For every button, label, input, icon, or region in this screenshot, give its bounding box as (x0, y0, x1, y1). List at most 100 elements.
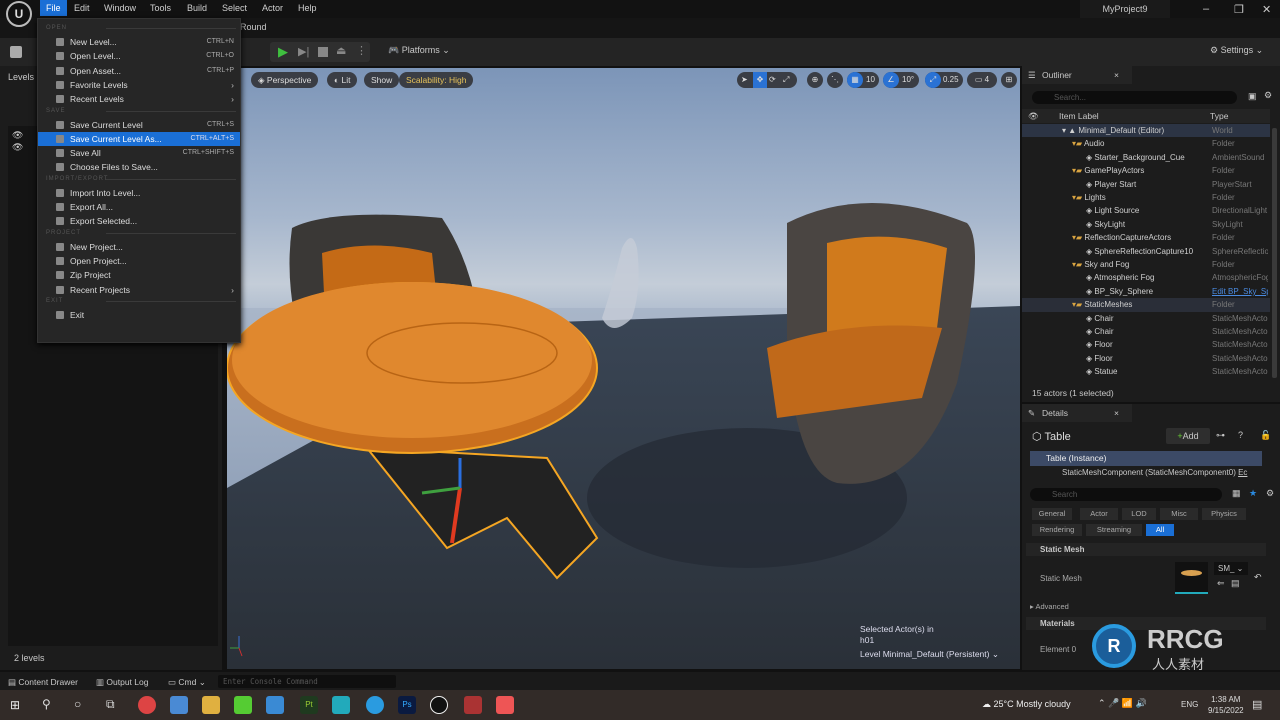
camtasia-icon[interactable] (234, 696, 252, 714)
outliner-row[interactable]: ◈ Starter_Background_Cue AmbientSound (1022, 151, 1270, 164)
3dsmax-icon[interactable] (266, 696, 284, 714)
outliner-row[interactable]: ◈ SphereReflectionCapture10 SphereReflect… (1022, 245, 1270, 258)
output-log-button[interactable]: ▥ Output Log (96, 677, 148, 688)
menu-item-import-into-level[interactable]: Import Into Level... (38, 186, 240, 200)
find-icon[interactable]: ▤ (1231, 578, 1240, 589)
grid-snap-button[interactable]: ▦ 10 (847, 72, 879, 88)
menu-item-save-current-level[interactable]: Save Current Level CTRL+S (38, 118, 240, 132)
outliner-row[interactable]: ◈ Light Source DirectionalLight (1022, 204, 1270, 217)
eye-icon[interactable]: 👁 (12, 130, 23, 141)
outliner-row[interactable]: ▾▰ GamePlayActors Folder (1022, 164, 1270, 177)
menu-item-open-asset[interactable]: Open Asset... CTRL+P (38, 64, 240, 78)
close-icon[interactable]: ✕ (1262, 3, 1271, 16)
add-folder-icon[interactable]: ▣ (1248, 91, 1257, 102)
menu-item-recent-levels[interactable]: Recent Levels › (38, 92, 240, 106)
outliner-row[interactable]: ◈ Chair StaticMeshActor (1022, 312, 1270, 325)
play-icon[interactable]: ▶ (278, 44, 288, 60)
lock-icon[interactable]: 🔓 (1260, 430, 1271, 441)
add-component-button[interactable]: +Add (1166, 428, 1210, 444)
minimize-icon[interactable]: – (1203, 3, 1209, 15)
outliner-row-type[interactable]: Edit BP_Sky_Sphere (1212, 285, 1268, 298)
restore-icon[interactable]: ❐ (1234, 3, 1244, 16)
menu-edit[interactable]: Edit (68, 0, 96, 16)
menu-item-zip-project[interactable]: Zip Project (38, 268, 240, 282)
menu-item-open-level[interactable]: Open Level... CTRL+O (38, 49, 240, 63)
camera-speed-button[interactable]: ▭ 4 (967, 72, 997, 88)
outliner-row[interactable]: ◈ Statue StaticMeshActor (1022, 365, 1270, 378)
outliner-row[interactable]: ▾▰ Sky and Fog Folder (1022, 258, 1270, 271)
filter-misc[interactable]: Misc (1160, 508, 1198, 520)
component-row[interactable]: StaticMeshComponent (StaticMeshComponent… (1062, 468, 1247, 477)
filter-general[interactable]: General (1032, 508, 1072, 520)
menu-item-choose-files-to-save[interactable]: Choose Files to Save... (38, 160, 240, 174)
cortana-icon[interactable]: ○ (74, 697, 81, 711)
static-mesh-dropdown[interactable]: SM_ ⌄ (1214, 562, 1248, 575)
menu-item-save-current-level-as[interactable]: Save Current Level As... CTRL+ALT+S (38, 131, 240, 146)
mesh-thumbnail[interactable] (1175, 562, 1208, 594)
levels-tab[interactable]: Levels (8, 72, 34, 82)
outliner-row[interactable]: ▾▰ ReflectionCaptureActors Folder (1022, 231, 1270, 244)
menu-select[interactable]: Select (216, 0, 253, 16)
select-icon[interactable]: ➤ (741, 72, 748, 88)
help-icon[interactable]: ? (1238, 430, 1243, 440)
platforms-button[interactable]: 🎮 Platforms ⌄ (388, 45, 450, 56)
static-mesh-section[interactable]: Static Mesh (1026, 543, 1266, 556)
close-icon[interactable]: × (1114, 66, 1119, 84)
instance-row[interactable]: Table (Instance) (1030, 451, 1262, 466)
file-explorer-icon[interactable] (202, 696, 220, 714)
scale-snap-button[interactable]: ⤢ 0.25 (925, 72, 963, 88)
menu-actor[interactable]: Actor (256, 0, 289, 16)
reset-icon[interactable]: ↶ (1254, 572, 1262, 583)
save-icon[interactable] (10, 46, 22, 58)
outliner-scrollbar[interactable] (1272, 128, 1277, 378)
outliner-row[interactable]: ◈ Floor StaticMeshActor (1022, 338, 1270, 351)
move-icon[interactable]: ✥ (753, 72, 767, 88)
tray-icons[interactable]: ⌃ 🎤 📶 🔊 (1098, 698, 1147, 709)
filter-all[interactable]: All (1146, 524, 1174, 536)
outliner-search-input[interactable]: Search... (1032, 91, 1237, 104)
settings-button[interactable]: ⚙ Settings ⌄ (1210, 45, 1263, 56)
filter-streaming[interactable]: Streaming (1086, 524, 1142, 536)
outliner-row[interactable]: ◈ Atmospheric Fog AtmosphericFog (1022, 271, 1270, 284)
outliner-row[interactable]: ◈ Player Start PlayerStart (1022, 178, 1270, 191)
console-input[interactable]: Enter Console Command (218, 675, 396, 688)
component-edit-link[interactable]: Ec (1238, 468, 1247, 477)
eject-icon[interactable]: ⏏ (336, 44, 346, 57)
scale-icon[interactable]: ⤢ (783, 72, 789, 88)
table-view-icon[interactable]: ▦ (1232, 488, 1241, 499)
task-view-icon[interactable]: ⧉ (106, 697, 115, 712)
filter-lod[interactable]: LOD (1122, 508, 1156, 520)
details-tab[interactable]: Details × ✎ (1022, 404, 1132, 422)
close-icon[interactable]: × (1114, 404, 1119, 422)
photoshop-icon[interactable]: Ps (398, 696, 416, 714)
scalability-button[interactable]: Scalability: High (399, 72, 474, 88)
menu-help[interactable]: Help (292, 0, 323, 16)
weather-widget[interactable]: ☁ 25°C Mostly cloudy (982, 699, 1071, 710)
outliner-row[interactable]: ◈ Floor StaticMeshActor (1022, 352, 1270, 365)
outliner-row[interactable]: ▾ ▲ Minimal_Default (Editor) World (1022, 124, 1270, 138)
browse-icon[interactable]: ⇐ (1217, 578, 1225, 589)
world-icon[interactable]: ⊕ (807, 72, 823, 88)
language-indicator[interactable]: ENG (1181, 700, 1198, 709)
col-type[interactable]: Type (1210, 109, 1228, 123)
perspective-button[interactable]: ◈ Perspective (251, 72, 319, 88)
gear-icon[interactable]: ⚙ (1266, 488, 1274, 499)
camtasia-recorder-icon[interactable] (496, 696, 514, 714)
outliner-tab[interactable]: Outliner × ☰ (1022, 66, 1132, 84)
3dsmax2-icon[interactable] (332, 696, 350, 714)
cmd-dropdown[interactable]: ▭ Cmd ⌄ (168, 677, 206, 688)
outliner-row[interactable]: ▾▰ StaticMeshes Folder (1022, 298, 1270, 312)
notification-icon[interactable]: ▤ (1252, 698, 1262, 711)
unreal-logo[interactable]: U (6, 1, 32, 27)
menu-item-new-level[interactable]: New Level... CTRL+N (38, 35, 240, 49)
blueprint-icon[interactable]: ⊶ (1216, 430, 1225, 441)
stop-icon[interactable] (318, 47, 328, 57)
menu-item-recent-projects[interactable]: Recent Projects › (38, 283, 240, 297)
clock[interactable]: 1:38 AM 9/15/2022 (1208, 694, 1244, 716)
rotation-snap-button[interactable]: ∠ 10° (883, 72, 919, 88)
search-icon[interactable]: ⚲ (42, 697, 51, 711)
outliner-row[interactable]: ◈ Chair StaticMeshActor (1022, 325, 1270, 338)
filter-rendering[interactable]: Rendering (1032, 524, 1082, 536)
menu-item-export-all[interactable]: Export All... (38, 200, 240, 214)
rotate-icon[interactable]: ⟳ (769, 72, 776, 88)
